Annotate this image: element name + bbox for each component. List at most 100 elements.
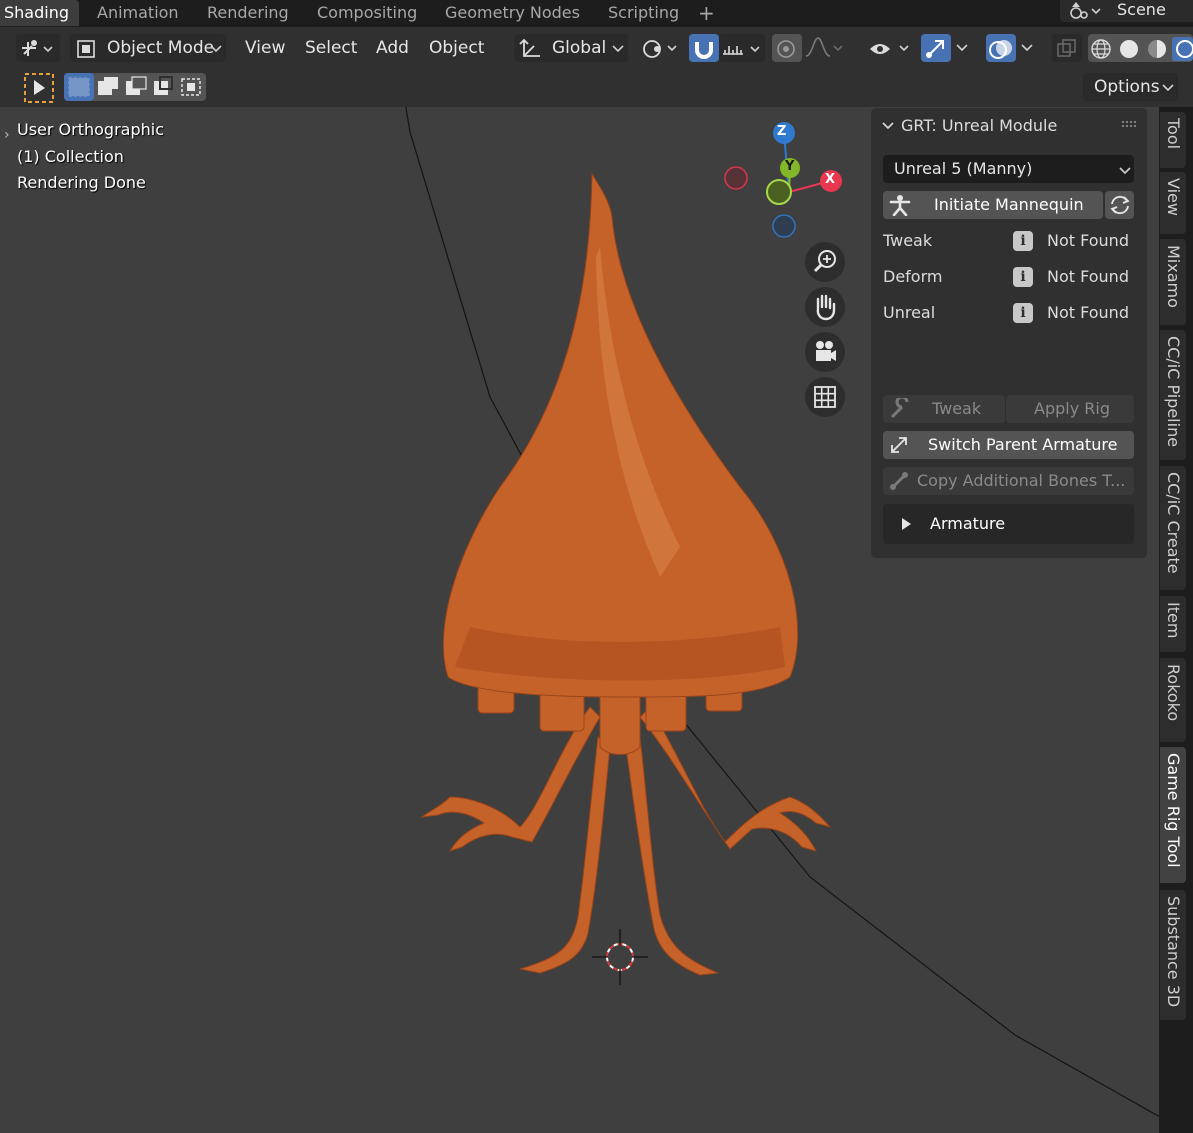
select-tool-icon[interactable] — [24, 73, 56, 103]
object-mode-icon — [77, 40, 95, 58]
tab-shading[interactable]: Shading — [0, 0, 79, 26]
falloff-curve-icon[interactable] — [804, 36, 846, 62]
magnet-icon — [695, 42, 713, 59]
camera-view-button[interactable] — [805, 332, 845, 372]
perspective-toggle-button[interactable] — [805, 377, 845, 417]
axes-editor-icon — [22, 40, 53, 56]
menu-view[interactable]: View — [245, 37, 285, 59]
side-tab-item[interactable]: Item — [1160, 596, 1186, 652]
scene-edge-line — [405, 107, 533, 476]
select-new-icon — [68, 77, 90, 97]
menu-object[interactable]: Object — [429, 37, 484, 59]
render-status-label: Rendering Done — [17, 173, 146, 192]
status-label-tweak: Tweak — [883, 231, 933, 250]
character-model — [420, 172, 832, 976]
tab-rendering[interactable]: Rendering — [207, 0, 289, 26]
solid-shading-icon — [1120, 40, 1138, 58]
3d-cursor — [592, 929, 648, 985]
menu-add[interactable]: Add — [376, 37, 409, 59]
bone-icon — [890, 472, 908, 490]
scene-edge-line — [679, 716, 1160, 1118]
side-tab-rokoko[interactable]: Rokoko — [1160, 658, 1186, 742]
chevron-down-icon — [612, 45, 624, 53]
chevron-down-icon[interactable] — [955, 42, 969, 54]
collapse-chevron-icon[interactable] — [881, 120, 895, 132]
panel-title[interactable]: GRT: Unreal Module — [901, 116, 1057, 135]
wrench-icon — [890, 398, 909, 419]
visibility-eye-icon[interactable] — [868, 36, 914, 62]
refresh-icon — [1110, 195, 1130, 215]
side-tab-label: Mixamo — [1164, 245, 1183, 308]
chevron-down-icon — [210, 45, 222, 53]
tab-geometry-nodes[interactable]: Geometry Nodes — [445, 0, 580, 26]
side-tab-label: Tool — [1164, 118, 1183, 150]
xray-icon — [1057, 39, 1076, 57]
side-tab-game-rig-tool[interactable]: Game Rig Tool — [1160, 747, 1186, 883]
switch-parent-armature-label: Switch Parent Armature — [928, 435, 1118, 454]
side-tab-label: Game Rig Tool — [1164, 753, 1183, 868]
select-extend-icon — [98, 77, 118, 95]
expand-triangle-icon — [902, 518, 911, 530]
material-preview-icon — [1148, 40, 1166, 58]
orientation-icon — [519, 38, 540, 57]
chevron-down-icon[interactable] — [1020, 42, 1034, 54]
side-tab-view[interactable]: View — [1160, 172, 1186, 234]
status-value-tweak: Not Found — [1047, 231, 1129, 250]
select-invert-icon — [154, 76, 173, 95]
tab-compositing[interactable]: Compositing — [317, 0, 417, 26]
mode-label: Object Mode — [107, 38, 215, 58]
scene-icon — [1070, 2, 1101, 19]
drag-handle-icon[interactable] — [1121, 120, 1137, 128]
tab-animation[interactable]: Animation — [97, 0, 179, 26]
snap-increment-icon — [723, 46, 760, 55]
workspace-tab-bar: Shading Animation Rendering Compositing … — [0, 0, 1193, 27]
menu-select[interactable]: Select — [305, 37, 357, 59]
side-tab-cc-ic-create[interactable]: CC/iC Create — [1160, 466, 1186, 590]
info-icon: i — [1013, 267, 1033, 287]
switch-arrows-icon — [891, 437, 907, 453]
status-label-unreal: Unreal — [883, 303, 936, 322]
tab-scripting[interactable]: Scripting — [608, 0, 679, 26]
selection-mode-icons — [68, 76, 201, 97]
status-label-deform: Deform — [883, 267, 943, 286]
pan-button[interactable] — [805, 287, 845, 327]
status-value-unreal: Not Found — [1047, 303, 1129, 322]
proportional-edit-icon — [777, 40, 795, 58]
side-tab-label: CC/iC Create — [1164, 472, 1183, 574]
add-workspace-button[interactable]: + — [698, 0, 715, 26]
scene-name: Scene — [1117, 0, 1166, 19]
axis-neg-z-handle — [772, 214, 796, 238]
side-tab-mixamo[interactable]: Mixamo — [1160, 239, 1186, 325]
zoom-button[interactable] — [805, 242, 845, 282]
select-intersect-icon — [181, 78, 201, 96]
side-tab-label: Item — [1164, 602, 1183, 639]
select-subtract-icon — [126, 76, 147, 95]
copy-additional-bones-label: Copy Additional Bones T... — [917, 471, 1126, 490]
status-value-deform: Not Found — [1047, 267, 1129, 286]
overlays-icon — [989, 40, 1012, 59]
armature-subpanel-header[interactable] — [883, 504, 1134, 544]
side-tab-label: View — [1164, 178, 1183, 216]
camera-icon — [816, 341, 836, 361]
zoom-icon — [813, 250, 836, 273]
side-tab-label: CC/iC Pipeline — [1164, 336, 1183, 448]
info-icon: i — [1013, 303, 1033, 323]
view-name-label: User Orthographic — [17, 120, 165, 139]
apply-rig-label: Apply Rig — [1034, 399, 1110, 418]
options-label: Options — [1094, 77, 1160, 97]
hand-icon — [816, 294, 836, 321]
axis-y-label: Y — [785, 159, 795, 174]
expand-toolbar-arrow[interactable]: › — [4, 127, 10, 143]
axis-z-label: Z — [777, 124, 787, 139]
pivot-point-icon[interactable] — [640, 36, 682, 62]
armature-subpanel-label: Armature — [930, 514, 1006, 533]
initiate-mannequin-label: Initiate Mannequin — [934, 195, 1084, 214]
side-tab-tool[interactable]: Tool — [1160, 112, 1186, 168]
collection-label: (1) Collection — [17, 147, 124, 166]
orientation-label: Global — [552, 38, 607, 58]
info-icon: i — [1013, 231, 1033, 251]
side-tab-substance-3d[interactable]: Substance 3D — [1160, 890, 1186, 1020]
axis-neg-x-handle — [724, 166, 748, 190]
side-tab-cc-ic-pipeline[interactable]: CC/iC Pipeline — [1160, 330, 1186, 460]
axis-neg-y-handle — [766, 179, 792, 205]
